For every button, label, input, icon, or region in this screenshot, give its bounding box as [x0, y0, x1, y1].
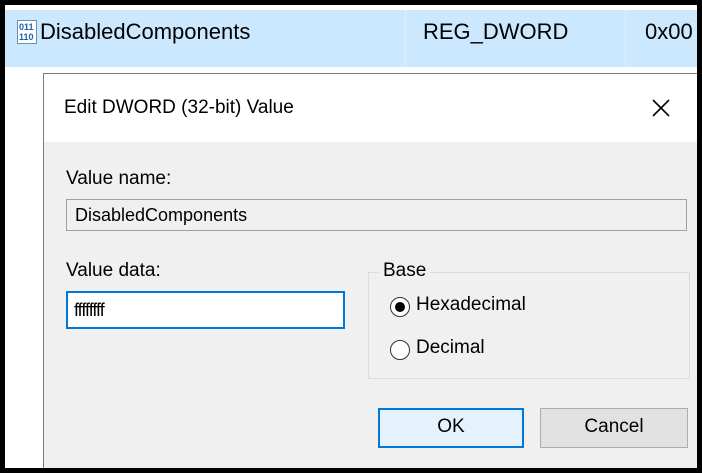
- decimal-label[interactable]: Decimal: [416, 337, 485, 359]
- value-name-field: DisabledComponents: [66, 199, 687, 231]
- value-data-input[interactable]: ffffffff: [66, 291, 345, 329]
- svg-text:110: 110: [19, 32, 34, 42]
- svg-text:011: 011: [19, 22, 34, 32]
- value-data-label: Value data:: [66, 260, 161, 281]
- dialog-title: Edit DWORD (32-bit) Value: [64, 97, 294, 118]
- hexadecimal-label[interactable]: Hexadecimal: [416, 294, 526, 316]
- decimal-radio[interactable]: [390, 340, 410, 360]
- registry-value-row[interactable]: 011 110 DisabledComponents REG_DWORD 0x0…: [5, 5, 697, 67]
- registry-value-type: REG_DWORD: [423, 19, 569, 44]
- edit-dword-dialog: Edit DWORD (32-bit) Value Value name: Di…: [43, 73, 697, 468]
- dialog-titlebar[interactable]: Edit DWORD (32-bit) Value: [44, 74, 697, 142]
- reg-binary-icon: 011 110: [17, 20, 37, 44]
- column-divider: [625, 10, 626, 67]
- cancel-button[interactable]: Cancel: [540, 408, 688, 448]
- base-legend: Base: [379, 260, 431, 282]
- column-divider: [405, 10, 406, 67]
- value-name-label: Value name:: [66, 168, 172, 189]
- screenshot-frame: 011 110 DisabledComponents REG_DWORD 0x0…: [5, 5, 697, 468]
- close-icon: [652, 99, 670, 117]
- registry-value-name: DisabledComponents: [40, 19, 251, 44]
- base-group: [368, 272, 690, 379]
- hexadecimal-radio[interactable]: [390, 297, 410, 317]
- registry-value-data: 0x00: [645, 19, 693, 44]
- close-button[interactable]: [641, 88, 681, 128]
- ok-button[interactable]: OK: [378, 408, 524, 448]
